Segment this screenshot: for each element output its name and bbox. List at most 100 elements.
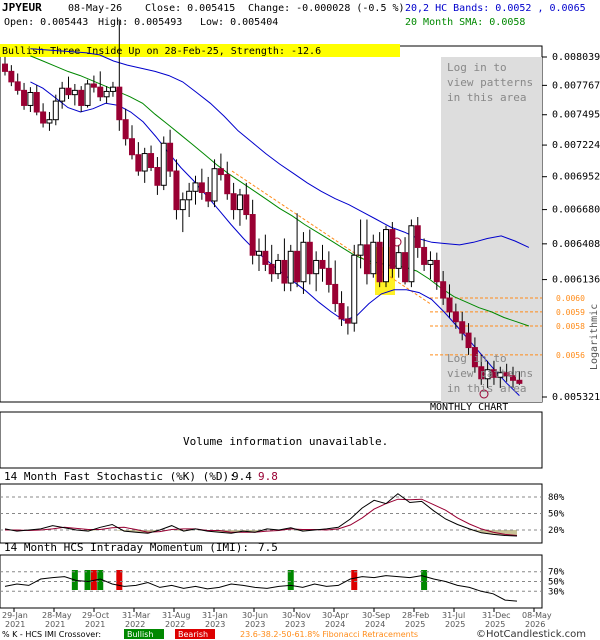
price-tick-label: 0.007224 (552, 140, 600, 151)
low-label: Low: 0.005404 (200, 17, 278, 28)
stoch-title: 14 Month Fast Stochastic (%K) (%D): (4, 470, 236, 483)
pattern-banner: Bullish Three Inside Up on 28-Feb-25, St… (2, 46, 321, 57)
bearish-candle (148, 153, 155, 169)
bearish-candle (344, 318, 351, 324)
login-notice-line2: view patterns (447, 76, 533, 89)
bearish-candle (116, 86, 123, 121)
close-label: Close: 0.005415 (145, 3, 235, 14)
bearish-candle (332, 283, 339, 305)
volume-notice: Volume information unavailable. (183, 435, 388, 448)
price-tick-label: 0.007495 (552, 110, 600, 121)
open-label: Open: 0.005443 (4, 17, 88, 28)
bearish-candle (268, 263, 275, 275)
bearish-candle (433, 259, 440, 283)
bearish-candle (376, 241, 383, 283)
bearish-candle (33, 91, 40, 113)
time-tick-label: 28-Feb (402, 611, 429, 620)
bullish-candle (395, 252, 402, 269)
bearish-candle (459, 321, 466, 334)
crossover-label: % K - HCS IMI Crossover: (2, 630, 101, 639)
price-tick-label: 0.006136 (552, 275, 600, 286)
sma-label: 20 Month SMA: 0.0058 (405, 17, 525, 28)
bullish-candle (370, 241, 377, 275)
stoch-tick-label: 50% (548, 510, 565, 520)
bullish-candle (160, 142, 167, 186)
bearish-candle (465, 332, 472, 349)
change-label: Change: -0.000028 (-0.5 %) (248, 3, 405, 14)
chart-canvas: JPYEUR 08-May-26 Close: 0.005415 Change:… (0, 1, 600, 640)
bearish-candle (129, 138, 135, 156)
time-tick-label: 08-May (522, 611, 552, 620)
bearish-candle (230, 193, 237, 211)
bearish-crossover-marker (116, 570, 123, 590)
bullish-candle (46, 119, 53, 124)
bullish-candle (71, 89, 78, 96)
high-label: High: 0.005493 (98, 17, 182, 28)
time-tick-label: 30-Nov (282, 611, 311, 620)
bullish-candle (27, 91, 34, 106)
copyright: ©HotCandlestick.com (476, 629, 586, 640)
time-tick-label: 30-Jun (242, 611, 268, 620)
date: 08-May-26 (68, 3, 122, 14)
bullish-candle (313, 259, 320, 275)
bands-label: 20,2 HC Bands: 0.0052 , 0.0065 (405, 3, 586, 14)
time-tick-label: 30-Sep (362, 611, 390, 620)
chart-type-label: MONTHLY CHART (430, 402, 508, 413)
fib-level-label: 0.0056 (556, 351, 585, 360)
price-tick-label: 0.008039 (552, 52, 600, 63)
time-tick-year: 2022 (125, 620, 145, 629)
bearish-candle (446, 297, 453, 313)
price-tick-label: 0.006408 (552, 239, 600, 250)
imi-axis: 70%50%30% (548, 568, 565, 598)
bearish-candle (217, 168, 224, 176)
bearish-candle (21, 89, 28, 106)
bearish-legend: Bearish (178, 630, 208, 639)
bearish-candle (402, 252, 409, 283)
bullish-candle (236, 194, 243, 211)
fib-legend: 23.6-38.2-50-61.8% Fibonacci Retracement… (240, 630, 418, 639)
bearish-candle (249, 214, 256, 256)
bearish-candle (205, 191, 212, 202)
time-tick-label: 31-Dec (482, 611, 511, 620)
bullish-candle (287, 250, 294, 284)
bearish-candle (135, 154, 142, 172)
time-tick-year: 2021 (45, 620, 65, 629)
stoch-d-value: 9.8 (258, 470, 278, 483)
bearish-candle (122, 119, 129, 140)
time-tick-year: 2025 (485, 620, 505, 629)
bearish-candle (306, 241, 313, 275)
price-tick-label: 0.007767 (552, 80, 600, 91)
fib-level-label: 0.0060 (556, 294, 585, 303)
time-tick-label: 31-Jan (202, 611, 228, 620)
stoch-axis: 80% 50% 20% (548, 493, 565, 536)
bearish-candle (414, 225, 421, 248)
symbol: JPYEUR (2, 1, 42, 14)
bearish-candle (338, 303, 345, 320)
stoch-tick-label: 20% (548, 526, 565, 536)
bullish-candle (59, 87, 66, 102)
time-tick-label: 28-May (42, 611, 72, 620)
login-notice-lower-line1: Log in to (447, 352, 507, 365)
time-tick-label: 31-Jul (442, 611, 465, 620)
bullish-candle (109, 86, 116, 92)
bullish-candle (408, 225, 415, 283)
login-notice-line1: Log in to (447, 61, 507, 74)
stoch-k-value: 9.4 (232, 470, 252, 483)
time-tick-year: 2023 (285, 620, 305, 629)
bullish-candle (300, 241, 307, 283)
bearish-candle (294, 250, 301, 283)
time-tick-year: 2023 (245, 620, 265, 629)
bearish-candle (363, 244, 370, 275)
bearish-candle (243, 194, 250, 216)
time-tick-label: 29-Oct (82, 611, 109, 620)
bullish-candle (427, 259, 434, 265)
bearish-candle (281, 259, 288, 284)
bearish-candle (40, 111, 47, 124)
bullish-candle (211, 168, 218, 202)
bullish-candle (383, 229, 389, 283)
time-tick-label: 29-Jan (2, 611, 28, 620)
imi-title: 14 Month HCS Intraday Momentum (IMI): (4, 541, 249, 554)
bullish-crossover-marker (287, 570, 294, 590)
bullish-candle (275, 259, 282, 275)
bullish-candle (52, 100, 59, 121)
